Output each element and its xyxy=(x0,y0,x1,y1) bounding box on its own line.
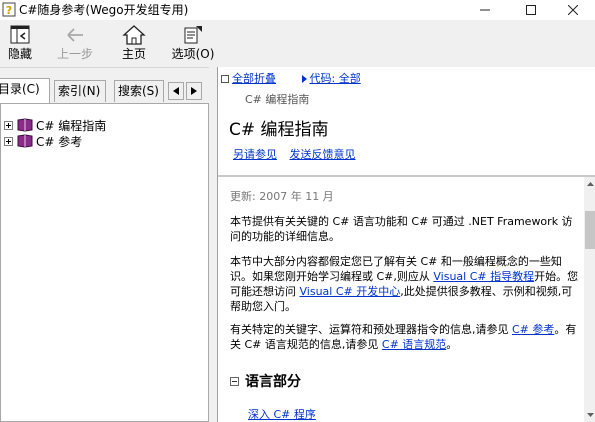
section-header[interactable]: 语言部分 xyxy=(230,371,301,391)
section-item: 深入 C# 程序 xyxy=(248,406,316,422)
section-title: 语言部分 xyxy=(245,374,301,390)
topic-body: 更新: 2007 年 11 月 本节提供有关关键的 C# 语言功能和 C# 可通… xyxy=(218,177,584,422)
code-filter-label: 代码: 全部 xyxy=(309,72,361,85)
vertical-scrollbar[interactable] xyxy=(584,177,595,422)
contents-tree: C# 编程指南 C# 参考 xyxy=(0,103,209,422)
book-icon xyxy=(17,134,33,148)
csharp-reference-link[interactable]: C# 参考 xyxy=(512,323,554,336)
tab-contents[interactable]: 目录(C) xyxy=(0,78,50,103)
arrow-up-icon xyxy=(586,182,594,186)
maximize-button[interactable] xyxy=(508,0,553,20)
window-title: C#随身参考(Wego开发组专用) xyxy=(19,3,189,17)
home-label: 主页 xyxy=(121,47,146,61)
reference-paragraph: 有关特定的关键字、运算符和预处理器指令的信息,请参见 C# 参考。有关 C# 语… xyxy=(230,322,580,352)
options-icon xyxy=(184,26,202,44)
hide-button[interactable]: 隐藏 xyxy=(2,23,38,65)
tree-item[interactable]: C# 编程指南 xyxy=(4,117,106,133)
minimize-button[interactable] xyxy=(462,0,507,20)
dropdown-arrow-icon xyxy=(301,75,307,83)
arrow-left-icon xyxy=(173,87,179,95)
minimize-icon xyxy=(479,9,490,11)
tree-item-label: C# 参考 xyxy=(36,134,83,149)
header-top-links: 全部折叠 代码: 全部 xyxy=(218,70,361,86)
para-text: 。 xyxy=(446,338,458,351)
breadcrumb: C# 编程指南 xyxy=(245,93,310,106)
updated-date: 更新: 2007 年 11 月 xyxy=(230,190,334,203)
collapse-icon xyxy=(221,75,229,83)
see-also-link[interactable]: 另请参见 xyxy=(233,148,277,161)
scroll-down-button[interactable] xyxy=(584,408,595,422)
toolbar: 隐藏 上一步 主页 选项(O) xyxy=(0,20,595,68)
hide-label: 隐藏 xyxy=(7,47,32,61)
back-button[interactable]: 上一步 xyxy=(52,23,98,65)
title-bar: ? C#随身参考(Wego开发组专用) xyxy=(0,0,595,20)
hide-pane-icon xyxy=(10,25,30,44)
book-icon xyxy=(17,118,33,132)
options-button[interactable]: 选项(O) xyxy=(170,23,216,65)
close-icon xyxy=(567,5,578,15)
expand-icon[interactable] xyxy=(4,120,13,130)
send-feedback-link[interactable]: 发送反馈意见 xyxy=(290,148,356,161)
arrow-down-icon xyxy=(586,413,594,417)
csharp-spec-link[interactable]: C# 语言规范 xyxy=(382,338,446,351)
visual-csharp-tutorial-link[interactable]: Visual C# 指导教程 xyxy=(433,270,534,283)
tab-search[interactable]: 搜索(S) xyxy=(114,80,164,102)
para-text: 有关特定的关键字、运算符和预处理器指令的信息,请参见 xyxy=(230,323,512,336)
svg-text:?: ? xyxy=(6,4,12,17)
help-window: ? C#随身参考(Wego开发组专用) 隐藏 上一步 主页 选项(O) 目录(C… xyxy=(0,0,595,422)
home-icon xyxy=(122,25,146,45)
inside-csharp-program-link[interactable]: 深入 C# 程序 xyxy=(248,408,316,421)
assumptions-paragraph: 本节中大部分内容都假定您已了解有关 C# 和一般编程概念的一些知识。如果您刚开始… xyxy=(230,254,580,314)
expand-icon[interactable] xyxy=(4,136,13,146)
tab-scroll-right[interactable] xyxy=(186,82,202,100)
scroll-thumb[interactable] xyxy=(585,211,595,249)
content-pane: 全部折叠 代码: 全部 C# 编程指南 C# 编程指南 另请参见 发送反馈意见 … xyxy=(217,67,595,422)
header-links: 另请参见 发送反馈意见 xyxy=(233,146,356,162)
collapse-all-label: 全部折叠 xyxy=(232,72,276,85)
topic-header: 全部折叠 代码: 全部 C# 编程指南 C# 编程指南 另请参见 发送反馈意见 xyxy=(218,67,595,174)
tree-item-label: C# 编程指南 xyxy=(36,118,107,133)
options-label: 选项(O) xyxy=(171,47,215,61)
page-title: C# 编程指南 xyxy=(229,120,329,140)
code-filter-link[interactable]: 代码: 全部 xyxy=(301,72,361,85)
maximize-icon xyxy=(525,5,536,15)
back-arrow-icon xyxy=(67,28,83,42)
tree-item[interactable]: C# 参考 xyxy=(4,133,82,149)
help-app-icon: ? xyxy=(2,2,16,17)
collapse-section-icon xyxy=(230,376,239,386)
arrow-right-icon xyxy=(191,87,197,95)
pane-splitter[interactable] xyxy=(209,67,217,422)
home-button[interactable]: 主页 xyxy=(116,23,152,65)
tab-index[interactable]: 索引(N) xyxy=(54,80,106,102)
intro-paragraph: 本节提供有关关键的 C# 语言功能和 C# 可通过 .NET Framework… xyxy=(230,215,573,243)
back-label: 上一步 xyxy=(56,47,93,61)
scroll-up-button[interactable] xyxy=(584,177,595,191)
visual-csharp-dev-center-link[interactable]: Visual C# 开发中心 xyxy=(300,285,401,298)
collapse-all-link[interactable]: 全部折叠 xyxy=(221,72,276,85)
close-button[interactable] xyxy=(550,0,595,20)
tab-scroll-left[interactable] xyxy=(168,82,184,100)
